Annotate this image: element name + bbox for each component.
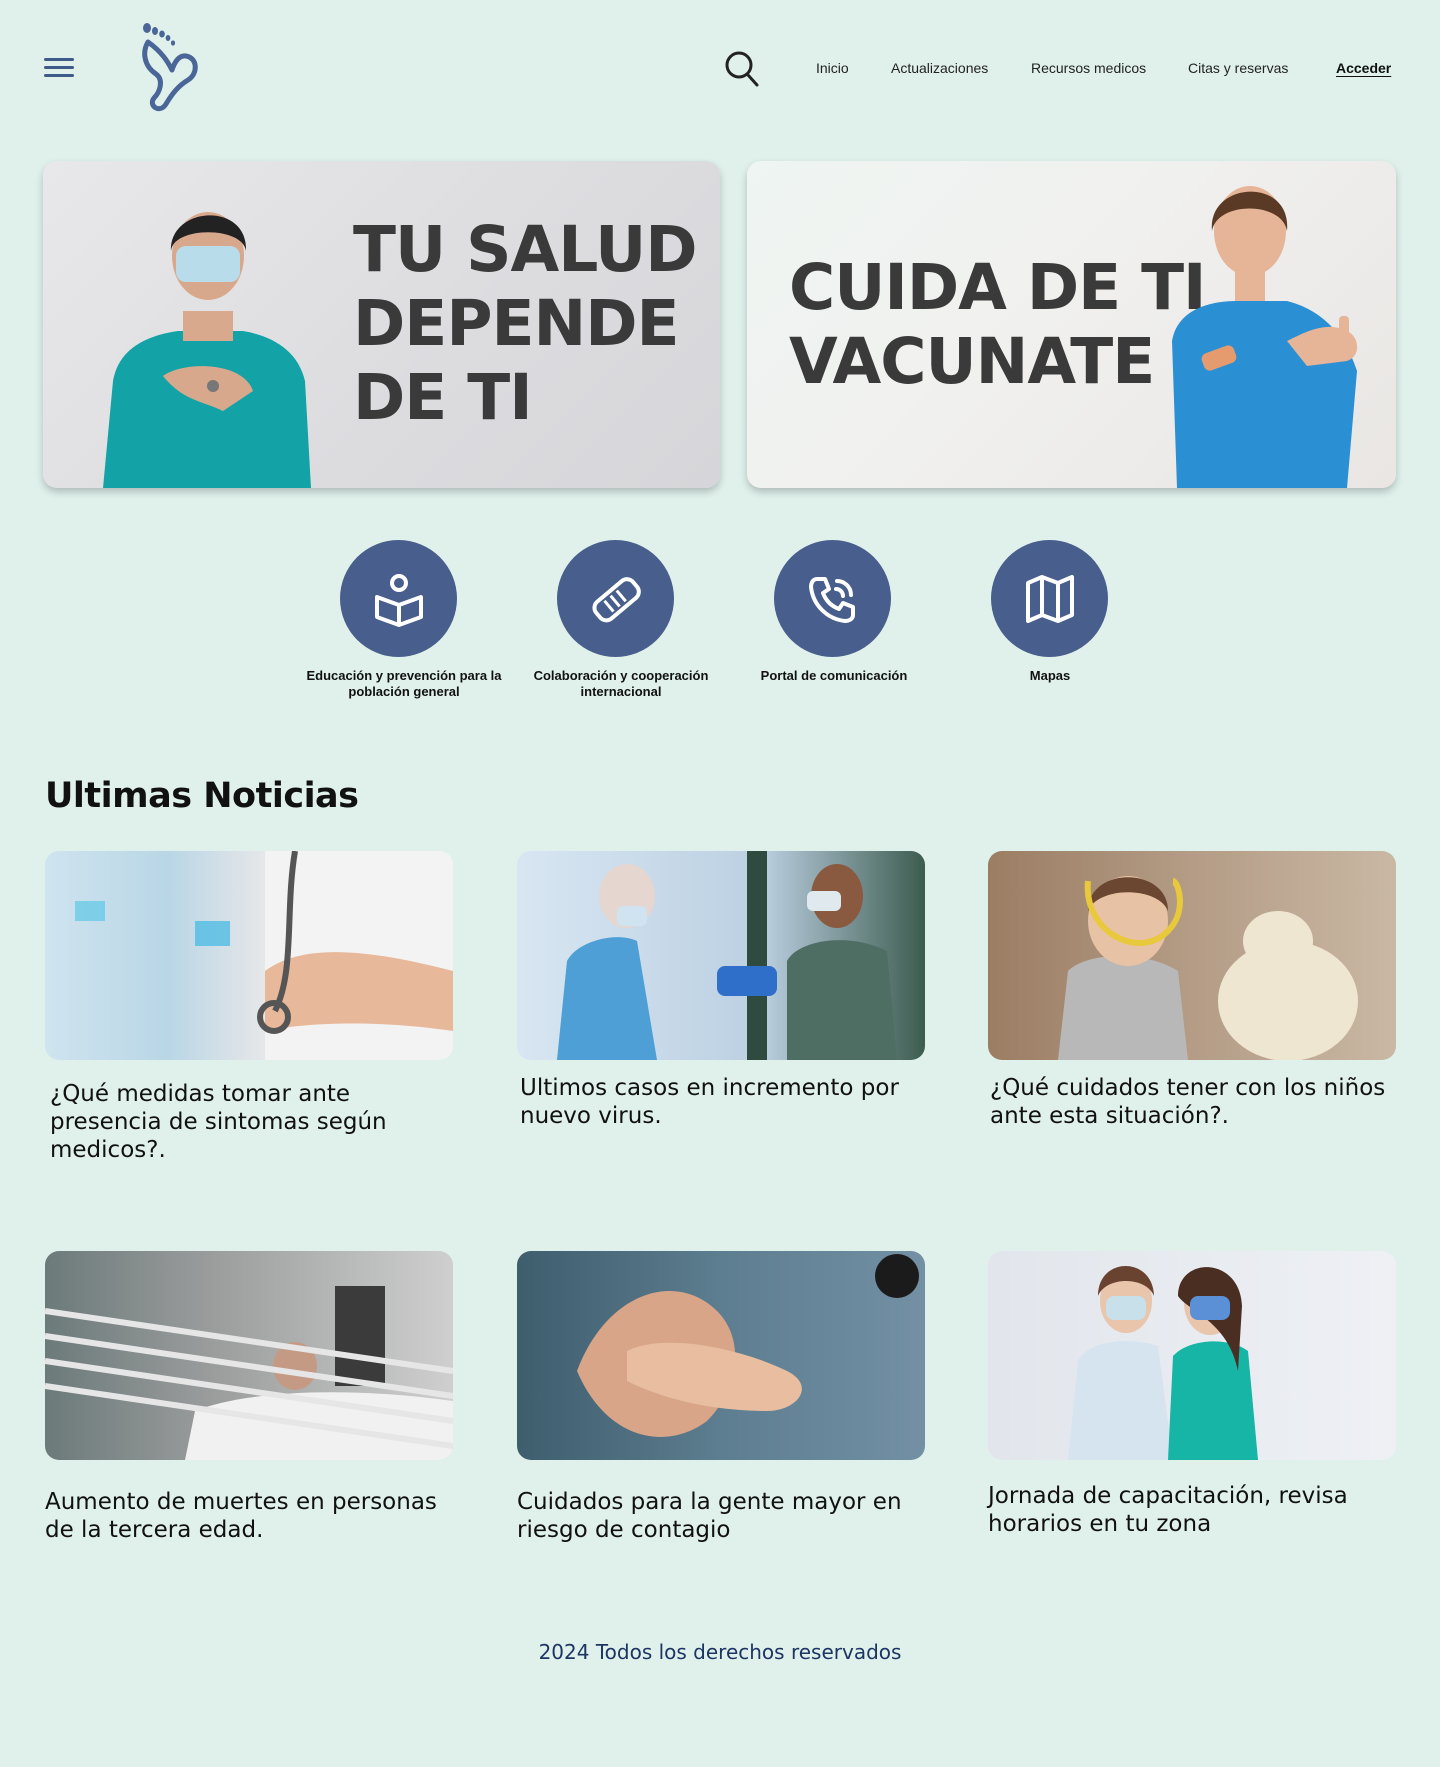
news-image[interactable]	[988, 1251, 1396, 1460]
login-link[interactable]: Acceder	[1336, 60, 1391, 76]
search-button[interactable]	[724, 50, 760, 88]
phone-icon	[808, 576, 855, 623]
news-section-title: Ultimas Noticias	[45, 776, 359, 816]
news-title[interactable]: Aumento de muertes en personas de la ter…	[45, 1488, 455, 1544]
quick-link-maps[interactable]	[991, 540, 1108, 657]
news-title[interactable]: Cuidados para la gente mayor en riesgo d…	[517, 1488, 927, 1544]
banner-title: TU SALUD DEPENDE DE TI	[353, 213, 698, 434]
news-image[interactable]	[45, 851, 453, 1060]
vaccine-banner[interactable]: CUIDA DE TI VACUNATE	[747, 161, 1396, 488]
footer-copyright: 2024 Todos los derechos reservados	[538, 1640, 902, 1664]
news-title[interactable]: Ultimos casos en incremento por nuevo vi…	[520, 1074, 930, 1130]
news-image[interactable]	[45, 1251, 453, 1460]
health-banner[interactable]: TU SALUD DEPENDE DE TI	[43, 161, 720, 488]
heart-footprint-logo-icon	[142, 23, 198, 112]
logo[interactable]	[138, 22, 202, 112]
news-image[interactable]	[517, 851, 925, 1060]
news-title[interactable]: ¿Qué medidas tomar ante presencia de sin…	[50, 1080, 460, 1164]
quick-link-education[interactable]	[340, 540, 457, 657]
map-icon	[1025, 574, 1074, 623]
quick-link-collaboration[interactable]	[557, 540, 674, 657]
two-doctors-image	[1068, 1266, 1258, 1460]
news-image[interactable]	[517, 1251, 925, 1460]
education-button[interactable]	[340, 540, 457, 657]
quick-link-label: Educación y prevención para la población…	[306, 668, 502, 699]
menu-button[interactable]	[44, 58, 76, 84]
quick-link-label: Portal de comunicación	[760, 668, 908, 683]
education-icon	[374, 573, 423, 627]
handshake-icon	[591, 576, 641, 622]
quick-link-communication[interactable]	[774, 540, 891, 657]
quick-link-label: Colaboración y cooperación internacional	[533, 668, 709, 699]
search-icon	[725, 51, 759, 87]
vaccinated-woman-illustration	[1172, 186, 1358, 488]
nav-actualizaciones[interactable]: Actualizaciones	[891, 60, 988, 76]
holding-hands-image	[577, 1254, 919, 1437]
child-with-teddy-image	[1058, 876, 1358, 1060]
collaboration-button[interactable]	[557, 540, 674, 657]
nav-recursos-medicos[interactable]: Recursos medicos	[1031, 60, 1146, 76]
nav-citas-reservas[interactable]: Citas y reservas	[1188, 60, 1288, 76]
menu-icon	[44, 58, 74, 61]
doctor-patient-image	[557, 851, 897, 1060]
stethoscope-doctor-image	[75, 851, 453, 1060]
news-title[interactable]: ¿Qué cuidados tener con los niños ante e…	[990, 1074, 1400, 1130]
news-title[interactable]: Jornada de capacitación, revisa horarios…	[988, 1482, 1398, 1538]
news-image[interactable]	[988, 851, 1396, 1060]
maps-button[interactable]	[991, 540, 1108, 657]
quick-link-label: Mapas	[1029, 668, 1071, 683]
nav-inicio[interactable]: Inicio	[816, 60, 849, 76]
hospital-patient-image	[45, 1286, 453, 1460]
communication-button[interactable]	[774, 540, 891, 657]
